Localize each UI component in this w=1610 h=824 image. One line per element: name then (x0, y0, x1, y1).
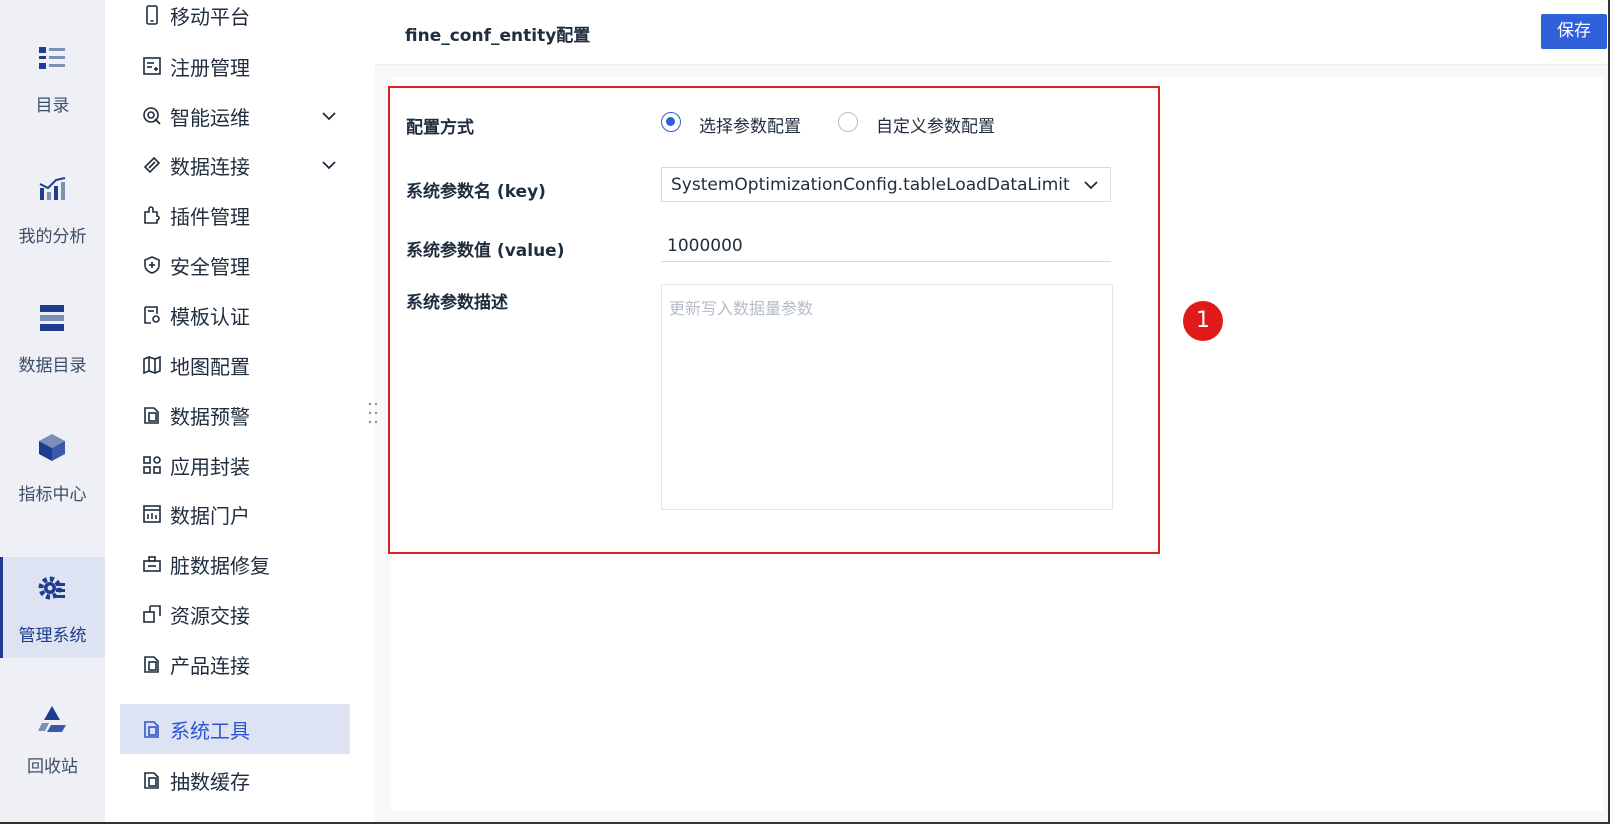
menu-item-label: 插件管理 (170, 205, 250, 229)
menu-item-product-connection[interactable]: 产品连接 (120, 639, 350, 690)
menu-item-label: 智能运维 (170, 106, 250, 130)
plugin-icon (144, 206, 160, 224)
gear-icon (38, 576, 65, 600)
register-icon (143, 57, 161, 75)
mobile-icon (146, 5, 158, 25)
save-button[interactable]: 保存 (1541, 14, 1607, 49)
rail-label: 指标中心 (18, 485, 87, 505)
menu-item-app-packaging[interactable]: 应用封装 (120, 440, 350, 491)
rail-label: 目录 (35, 96, 70, 116)
menu-item-mobile-platform[interactable]: 移动平台 (120, 0, 350, 41)
description-label: 系统参数描述 (406, 293, 508, 313)
list-icon (39, 47, 65, 69)
rail-label: 回收站 (27, 757, 78, 777)
recycle-icon (38, 706, 66, 732)
menu-item-label: 数据预警 (170, 405, 250, 429)
annotation-badge: 1 (1183, 301, 1223, 341)
rail-item-recycle-bin[interactable]: 回收站 (0, 704, 105, 804)
param-description-textarea[interactable] (661, 284, 1113, 510)
cube-icon (39, 434, 65, 461)
radio-custom-param[interactable] (838, 112, 858, 132)
apps-icon (143, 456, 161, 474)
param-key-value: SystemOptimizationConfig.tableLoadDataLi… (671, 175, 1070, 195)
sidebar-resize-handle[interactable] (368, 402, 378, 424)
data-catalog-icon (40, 305, 64, 331)
repair-icon (143, 556, 161, 572)
rail-label: 管理系统 (18, 626, 87, 646)
menu-item-extract-cache[interactable]: 抽数缓存 (120, 755, 350, 806)
rail-item-my-analysis[interactable]: 我的分析 (0, 174, 105, 274)
chevron-down-icon (1084, 181, 1098, 190)
page-header: fine_conf_entity配置 (375, 0, 1610, 65)
management-menu: 移动平台 注册管理 智能运维 数据连接 插件管理 安全管理 模板认证 地图配置 … (105, 0, 375, 824)
chevron-down-icon[interactable] (320, 156, 338, 174)
analysis-chart-icon (39, 177, 66, 200)
menu-item-dirty-data-repair[interactable]: 脏数据修复 (120, 539, 350, 590)
link-icon (143, 156, 161, 174)
rail-item-metrics-center[interactable]: 指标中心 (0, 432, 105, 532)
menu-item-label: 注册管理 (170, 56, 250, 80)
rail-item-catalog[interactable]: 目录 (0, 43, 105, 143)
ops-icon (143, 107, 161, 125)
chevron-down-icon[interactable] (320, 107, 338, 125)
menu-item-template-certification[interactable]: 模板认证 (120, 290, 350, 341)
menu-item-label: 模板认证 (170, 305, 250, 329)
value-label: 系统参数值 (value) (406, 241, 565, 261)
map-icon (143, 355, 161, 375)
menu-item-label: 移动平台 (170, 5, 250, 29)
param-value-input[interactable] (661, 230, 1111, 262)
menu-item-label: 应用封装 (170, 455, 250, 479)
template-cert-icon (144, 306, 160, 324)
rail-label: 我的分析 (18, 227, 87, 247)
shield-icon (144, 256, 160, 274)
menu-item-registration[interactable]: 注册管理 (120, 41, 350, 92)
page-title: fine_conf_entity配置 (405, 26, 591, 46)
rail-label: 数据目录 (18, 356, 87, 376)
menu-item-system-tools[interactable]: 系统工具 (120, 704, 350, 754)
copy-icon (144, 772, 159, 789)
rail-item-management-system[interactable]: 管理系统 (0, 557, 105, 658)
menu-item-label: 数据门户 (170, 504, 250, 528)
menu-item-label: 地图配置 (170, 355, 250, 379)
radio-select-param-label[interactable]: 选择参数配置 (699, 112, 801, 137)
menu-item-security-management[interactable]: 安全管理 (120, 240, 350, 291)
menu-item-resource-handover[interactable]: 资源交接 (120, 589, 350, 640)
menu-item-label: 系统工具 (170, 719, 250, 743)
mode-label: 配置方式 (406, 118, 474, 138)
menu-item-map-config[interactable]: 地图配置 (120, 340, 350, 391)
copy-icon (144, 721, 159, 738)
icon-rail: 目录 我的分析 数据目录 指标中心 管理系统 回收站 (0, 0, 105, 824)
menu-item-label: 资源交接 (170, 604, 250, 628)
rail-item-data-catalog[interactable]: 数据目录 (0, 303, 105, 403)
handover-icon (143, 605, 161, 623)
menu-item-data-connection[interactable]: 数据连接 (120, 140, 350, 191)
menu-item-data-portal[interactable]: 数据门户 (120, 489, 350, 540)
menu-item-label: 脏数据修复 (170, 554, 270, 578)
menu-item-data-alert[interactable]: 数据预警 (120, 390, 350, 441)
param-key-select[interactable]: SystemOptimizationConfig.tableLoadDataLi… (661, 167, 1111, 202)
copy-icon (144, 407, 159, 424)
portal-icon (143, 505, 161, 523)
copy-icon (144, 656, 159, 673)
key-label: 系统参数名 (key) (406, 182, 546, 202)
menu-item-label: 产品连接 (170, 654, 250, 678)
menu-item-label: 数据连接 (170, 155, 250, 179)
menu-item-label: 安全管理 (170, 255, 250, 279)
radio-select-param[interactable] (661, 112, 681, 132)
menu-item-smart-ops[interactable]: 智能运维 (120, 91, 350, 142)
menu-item-label: 抽数缓存 (170, 770, 250, 794)
menu-item-plugin-management[interactable]: 插件管理 (120, 190, 350, 241)
radio-custom-param-label[interactable]: 自定义参数配置 (876, 112, 995, 137)
